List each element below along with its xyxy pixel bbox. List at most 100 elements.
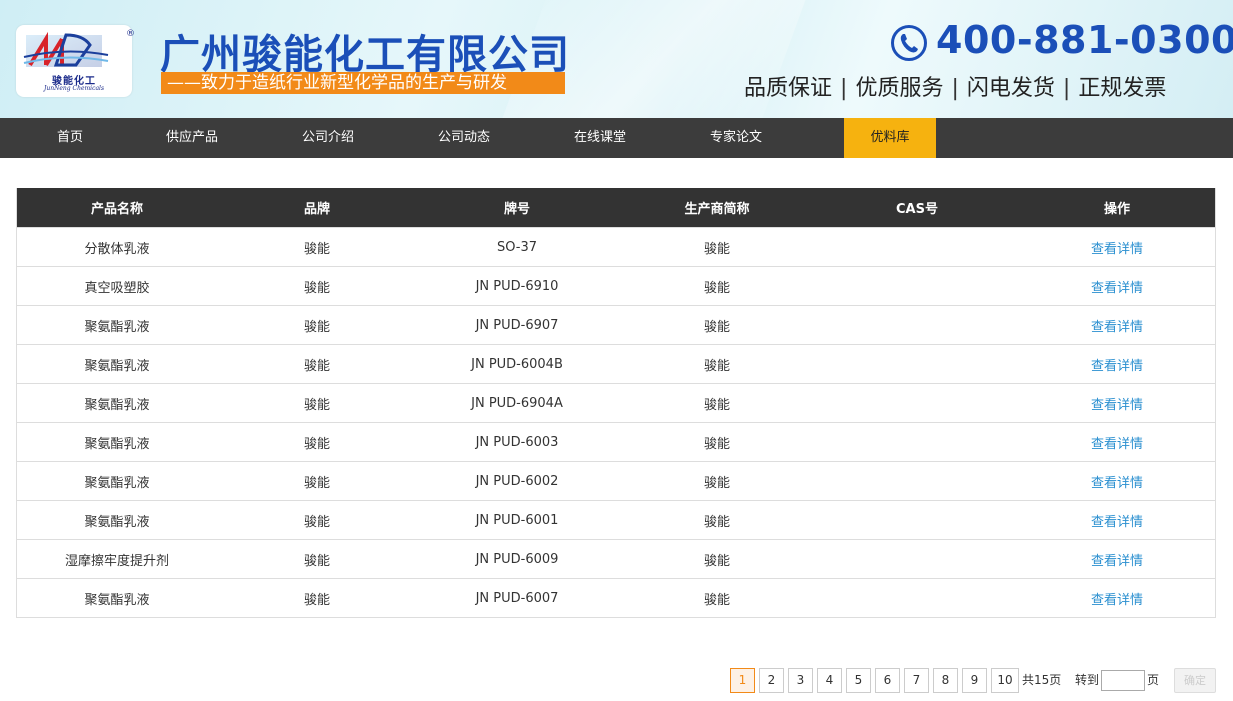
page-number-button[interactable]: 4 xyxy=(817,668,842,693)
cell-cas xyxy=(817,423,1017,461)
cell-cas xyxy=(817,579,1017,617)
table-row: 湿摩擦牢度提升剂 骏能 JN PUD-6009 骏能 查看详情 xyxy=(17,539,1215,578)
cell-grade: JN PUD-6910 xyxy=(475,278,559,294)
phone-icon xyxy=(891,25,927,61)
column-header-cas: CAS号 xyxy=(896,202,938,217)
cell-cas xyxy=(817,462,1017,500)
cell-brand: 骏能 xyxy=(303,475,330,491)
cell-product-name: 聚氨酯乳液 xyxy=(84,319,150,335)
cell-grade: JN PUD-6001 xyxy=(475,512,559,528)
cell-maker: 骏能 xyxy=(703,436,730,452)
page-unit-label: 页 xyxy=(1147,673,1160,687)
cell-maker: 骏能 xyxy=(703,280,730,296)
goto-label: 转到 xyxy=(1075,673,1100,687)
cell-grade: JN PUD-6009 xyxy=(475,551,559,567)
view-details-link[interactable]: 查看详情 xyxy=(1017,501,1217,539)
cell-product-name: 聚氨酯乳液 xyxy=(84,358,150,374)
column-header-brand: 品牌 xyxy=(303,202,330,217)
product-table: 产品名称 品牌 牌号 生产商简称 CAS号 操作 分散体乳液 骏能 SO-37 骏能查… xyxy=(16,188,1216,618)
service-promises: 品质保证 | 优质服务 | 闪电发货 | 正规发票 xyxy=(744,70,1166,102)
page-number-button[interactable]: 9 xyxy=(962,668,987,693)
cell-maker: 骏能 xyxy=(703,553,730,569)
cell-maker: 骏能 xyxy=(703,475,730,491)
main-nav: 首页 供应产品 公司介绍 公司动态 在线课堂 专家论文 优料库 xyxy=(0,118,1233,158)
view-details-link[interactable]: 查看详情 xyxy=(1017,306,1217,344)
page-number-button[interactable]: 7 xyxy=(904,668,929,693)
view-details-link[interactable]: 查看详情 xyxy=(1017,384,1217,422)
view-details-link[interactable]: 查看详情 xyxy=(1017,579,1217,617)
cell-brand: 骏能 xyxy=(303,592,330,608)
nav-item-about[interactable]: 公司介绍 xyxy=(256,118,400,158)
view-details-link[interactable]: 查看详情 xyxy=(1017,267,1217,305)
table-row: 聚氨酯乳液 骏能 JN PUD-6003 骏能 查看详情 xyxy=(17,422,1215,461)
nav-item-material-library[interactable]: 优料库 xyxy=(844,118,936,158)
cell-product-name: 分散体乳液 xyxy=(84,241,150,257)
page-number-button[interactable]: 6 xyxy=(875,668,900,693)
nav-item-home[interactable]: 首页 xyxy=(0,118,140,158)
table-row: 分散体乳液 骏能 SO-37 骏能 查看详情 xyxy=(17,227,1215,266)
cell-product-name: 聚氨酯乳液 xyxy=(84,397,150,413)
cell-cas xyxy=(817,345,1017,383)
service-separator: | xyxy=(1062,76,1071,101)
page-number-button[interactable]: 10 xyxy=(991,668,1019,693)
registered-mark: ® xyxy=(126,29,135,39)
table-row: 聚氨酯乳液 骏能 JN PUD-6907 骏能 查看详情 xyxy=(17,305,1215,344)
company-slogan: ——致力于造纸行业新型化学品的生产与研发 xyxy=(161,72,565,94)
cell-maker: 骏能 xyxy=(703,397,730,413)
column-header-grade: 牌号 xyxy=(503,202,530,217)
table-row: 聚氨酯乳液 骏能 JN PUD-6007 骏能 查看详情 xyxy=(17,578,1215,617)
total-pages-text: 共15页 xyxy=(1022,673,1062,687)
view-details-link[interactable]: 查看详情 xyxy=(1017,228,1217,266)
cell-cas xyxy=(817,267,1017,305)
service-separator: | xyxy=(951,76,959,101)
service-item: 闪电发货 xyxy=(966,76,1055,101)
cell-brand: 骏能 xyxy=(303,280,330,296)
nav-item-classroom[interactable]: 在线课堂 xyxy=(528,118,672,158)
page-number-button[interactable]: 3 xyxy=(788,668,813,693)
site-header: ® 骏能化工 JunNeng Chemicals 广州骏能化工有限公司 ——致力… xyxy=(0,0,1233,118)
logo-english-text: JunNeng Chemicals xyxy=(43,85,105,92)
table-row: 聚氨酯乳液 骏能 JN PUD-6904A 骏能 查看详情 xyxy=(17,383,1215,422)
cell-brand: 骏能 xyxy=(303,241,330,257)
view-details-link[interactable]: 查看详情 xyxy=(1017,540,1217,578)
cell-cas xyxy=(817,306,1017,344)
cell-grade: JN PUD-6003 xyxy=(475,434,559,450)
column-header-name: 产品名称 xyxy=(90,202,143,217)
view-details-link[interactable]: 查看详情 xyxy=(1017,345,1217,383)
nav-item-papers[interactable]: 专家论文 xyxy=(664,118,808,158)
cell-brand: 骏能 xyxy=(303,436,330,452)
cell-brand: 骏能 xyxy=(303,553,330,569)
cell-product-name: 真空吸塑胶 xyxy=(84,280,150,296)
page-number-button[interactable]: 5 xyxy=(846,668,871,693)
cell-grade: SO-37 xyxy=(496,239,538,255)
table-row: 聚氨酯乳液 骏能 JN PUD-6004B 骏能 查看详情 xyxy=(17,344,1215,383)
cell-maker: 骏能 xyxy=(703,358,730,374)
cell-cas xyxy=(817,384,1017,422)
nav-item-news[interactable]: 公司动态 xyxy=(392,118,536,158)
view-details-link[interactable]: 查看详情 xyxy=(1017,462,1217,500)
goto-page-input[interactable] xyxy=(1101,670,1145,691)
nav-item-products[interactable]: 供应产品 xyxy=(120,118,264,158)
cell-brand: 骏能 xyxy=(303,514,330,530)
page-number-button[interactable]: 2 xyxy=(759,668,784,693)
table-row: 聚氨酯乳液 骏能 JN PUD-6002 骏能 查看详情 xyxy=(17,461,1215,500)
cell-brand: 骏能 xyxy=(303,319,330,335)
service-item: 正规发票 xyxy=(1078,76,1167,101)
view-details-link[interactable]: 查看详情 xyxy=(1017,423,1217,461)
company-logo[interactable]: ® 骏能化工 JunNeng Chemicals xyxy=(16,25,135,97)
table-row: 聚氨酯乳液 骏能 JN PUD-6001 骏能 查看详情 xyxy=(17,500,1215,539)
service-separator: | xyxy=(840,76,848,101)
page-number-button[interactable]: 1 xyxy=(730,668,755,693)
page-number-button[interactable]: 8 xyxy=(933,668,958,693)
service-item: 品质保证 xyxy=(744,76,833,101)
cell-product-name: 湿摩擦牢度提升剂 xyxy=(64,553,169,569)
cell-product-name: 聚氨酯乳液 xyxy=(84,592,150,608)
cell-product-name: 聚氨酯乳液 xyxy=(84,436,150,452)
cell-grade: JN PUD-6904A xyxy=(471,395,563,411)
goto-confirm-button[interactable]: 确定 xyxy=(1174,668,1216,693)
cell-grade: JN PUD-6907 xyxy=(475,317,559,333)
table-header: 产品名称 品牌 牌号 生产商简称 CAS号 操作 xyxy=(17,188,1215,227)
cell-brand: 骏能 xyxy=(303,358,330,374)
cell-product-name: 聚氨酯乳液 xyxy=(84,514,150,530)
cell-maker: 骏能 xyxy=(703,592,730,608)
